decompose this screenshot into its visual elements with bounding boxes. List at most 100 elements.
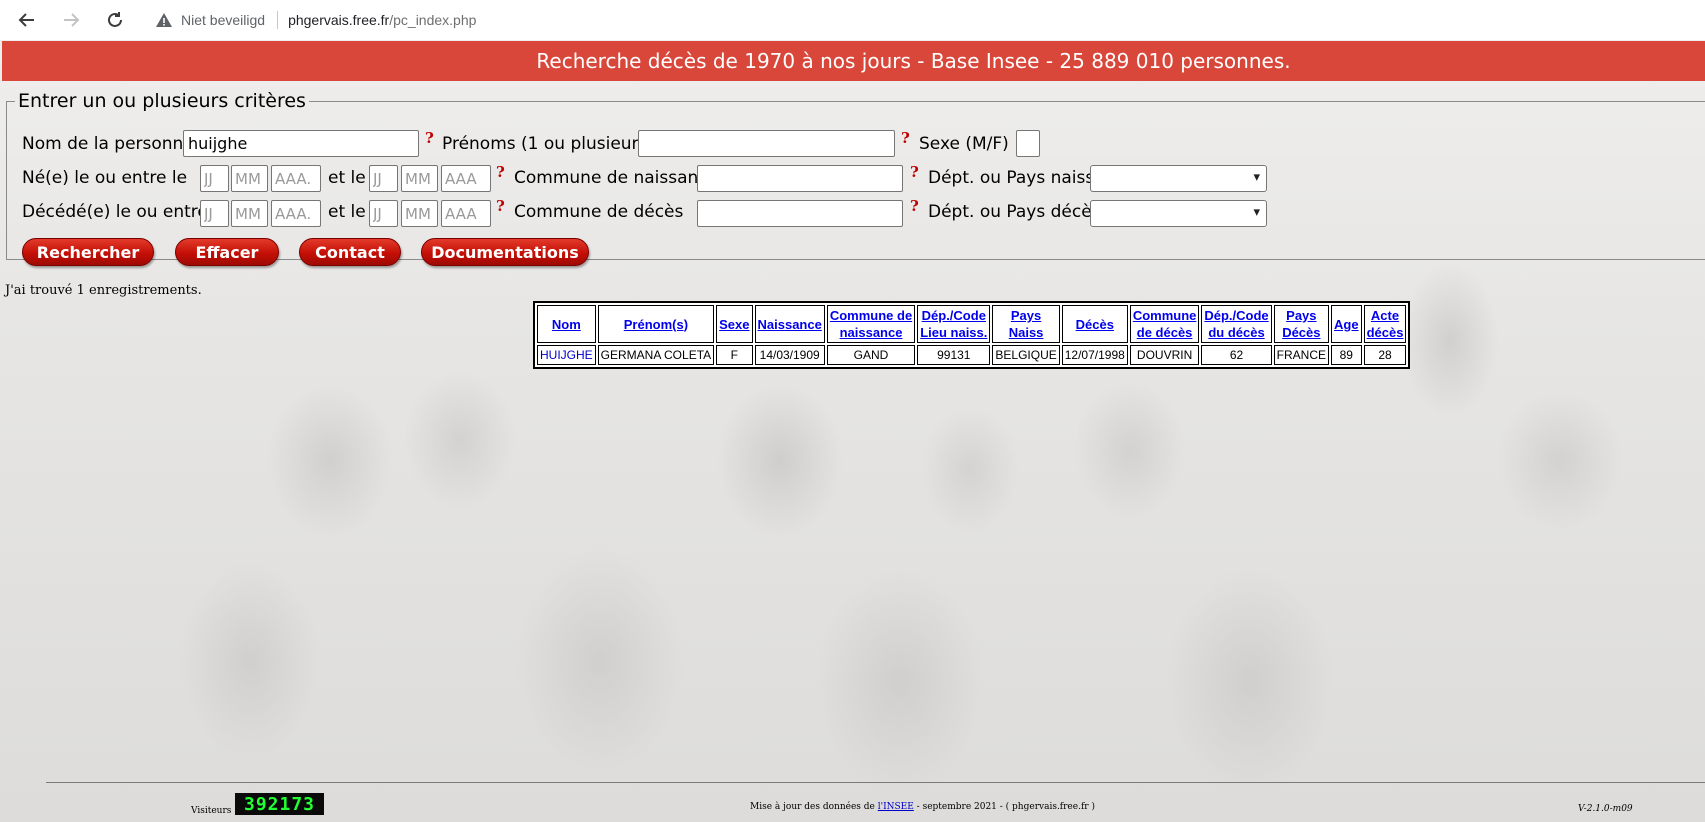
naissance-from-day[interactable] xyxy=(200,165,229,192)
column-header-text: Pays xyxy=(1010,308,1042,323)
table-cell: 62 xyxy=(1201,345,1272,365)
column-header[interactable]: Décès xyxy=(1061,305,1128,343)
page-title: Recherche décès de 1970 à nos jours - Ba… xyxy=(536,49,1291,73)
column-header[interactable]: Commune de décès xyxy=(1129,305,1200,343)
commune-deces-input[interactable] xyxy=(697,200,903,227)
table-cell: GAND xyxy=(826,345,916,365)
table-row: HUIJGHE GERMANA COLETA F 14/03/1909 GAND 9913… xyxy=(537,345,1407,365)
deces-from-month[interactable] xyxy=(231,200,268,227)
page-title-banner: Recherche décès de 1970 à nos jours - Ba… xyxy=(2,41,1705,81)
deces-to-year[interactable] xyxy=(441,200,491,227)
address-bar[interactable]: Niet beveiligd phgervais.free.fr /pc_ind… xyxy=(143,4,1705,36)
naissance-to-day[interactable] xyxy=(369,165,398,192)
url-host: phgervais.free.fr xyxy=(288,12,390,28)
visitors-label: Visiteurs : xyxy=(191,806,238,816)
sexe-label: Sexe (M/F) xyxy=(919,134,1009,154)
column-header-text: Commune xyxy=(1132,308,1197,323)
results-header-row: Nom Prénom(s) Sexe Naissance Commune de naiss… xyxy=(537,305,1407,343)
deces-date-label: Décédé(e) le ou entre xyxy=(22,202,208,222)
column-header-text: Décès xyxy=(1282,325,1321,340)
deces-to-day[interactable] xyxy=(369,200,398,227)
column-header-text: Acte xyxy=(1370,308,1400,323)
table-cell: F xyxy=(716,345,753,365)
column-header[interactable]: Pays Naiss xyxy=(992,305,1060,343)
dept-naiss-label: Dépt. ou Pays naiss. xyxy=(928,168,1100,188)
table-cell: 89 xyxy=(1331,345,1362,365)
criteria-legend: Entrer un ou plusieurs critères xyxy=(18,90,306,112)
commune-deces-label: Commune de décès xyxy=(514,202,684,222)
dept-deces-select[interactable]: ▾ xyxy=(1090,200,1267,227)
column-header-text: Naissance xyxy=(757,316,822,332)
table-cell: GERMANA COLETA xyxy=(597,345,715,365)
prenoms-input[interactable] xyxy=(638,130,895,157)
table-cell[interactable]: HUIJGHE xyxy=(537,345,596,365)
reload-icon[interactable] xyxy=(101,6,129,34)
page-content: Recherche décès de 1970 à nos jours - Ba… xyxy=(0,40,1705,822)
insee-link[interactable]: l'INSEE xyxy=(878,802,914,812)
column-header-text: Sexe xyxy=(719,316,750,332)
nom-help-icon[interactable]: ? xyxy=(425,129,434,147)
url-path: /pc_index.php xyxy=(389,12,477,28)
result-count: J'ai trouvé 1 enregistrements. xyxy=(5,283,202,298)
sexe-input[interactable] xyxy=(1016,130,1040,157)
column-header[interactable]: Dép./Code Lieu naiss. xyxy=(917,305,991,343)
omnibox-divider xyxy=(277,11,279,29)
column-header[interactable]: Commune de naissance xyxy=(826,305,916,343)
commune-deces-help-icon[interactable]: ? xyxy=(910,197,919,215)
deces-to-month[interactable] xyxy=(401,200,438,227)
back-arrow-icon[interactable] xyxy=(13,6,41,34)
prenoms-help-icon[interactable]: ? xyxy=(901,129,910,147)
naissance-to-month[interactable] xyxy=(401,165,438,192)
naissance-to-year[interactable] xyxy=(441,165,491,192)
commune-naissance-input[interactable] xyxy=(697,165,903,192)
version-label: V-2.1.0-m09 xyxy=(1578,804,1633,814)
column-header[interactable]: Dép./Code du décès xyxy=(1201,305,1272,343)
table-cell: 28 xyxy=(1363,345,1407,365)
naissance-et-le: et le xyxy=(328,168,366,188)
prenoms-label: Prénoms (1 ou plusieurs) xyxy=(442,134,655,154)
commune-naissance-help-icon[interactable]: ? xyxy=(910,163,919,181)
deces-et-le: et le xyxy=(328,202,366,222)
forward-arrow-icon[interactable] xyxy=(57,6,85,34)
naissance-from-year[interactable] xyxy=(271,165,321,192)
security-status[interactable]: Niet beveiligd xyxy=(181,12,265,28)
table-cell: 99131 xyxy=(917,345,991,365)
table-cell: 14/03/1909 xyxy=(754,345,825,365)
rechercher-button[interactable]: Rechercher xyxy=(22,238,154,266)
naissance-from-month[interactable] xyxy=(231,165,268,192)
column-header-text: du décès xyxy=(1208,325,1265,340)
documentations-button[interactable]: Documentations xyxy=(421,238,589,266)
column-header-text: de décès xyxy=(1136,325,1193,340)
column-header-text: naissance xyxy=(839,325,903,340)
deces-from-year[interactable] xyxy=(271,200,321,227)
warning-icon xyxy=(156,13,172,27)
column-header-text: Prénom(s) xyxy=(623,316,689,332)
column-header[interactable]: Sexe xyxy=(716,305,753,343)
browser-toolbar: Niet beveiligd phgervais.free.fr /pc_ind… xyxy=(0,0,1705,41)
deces-from-day[interactable] xyxy=(200,200,229,227)
column-header[interactable]: Nom xyxy=(537,305,596,343)
column-header[interactable]: Pays Décès xyxy=(1273,305,1330,343)
column-header[interactable]: Age xyxy=(1331,305,1362,343)
column-header[interactable]: Naissance xyxy=(754,305,825,343)
chevron-down-icon: ▾ xyxy=(1253,170,1260,185)
effacer-button[interactable]: Effacer xyxy=(175,238,279,266)
footer-divider xyxy=(46,782,1705,783)
column-header[interactable]: Acte décès xyxy=(1363,305,1407,343)
nom-label: Nom de la personne xyxy=(22,134,194,154)
column-header-text: Nom xyxy=(551,316,581,332)
column-header-text: Naiss xyxy=(1008,325,1044,340)
column-header[interactable]: Prénom(s) xyxy=(597,305,715,343)
nom-input[interactable] xyxy=(183,130,419,157)
dept-naiss-select[interactable]: ▾ xyxy=(1090,165,1267,192)
column-header-text: Commune de xyxy=(829,308,913,323)
naissance-date-help-icon[interactable]: ? xyxy=(496,163,505,181)
dept-deces-label: Dépt. ou Pays décès xyxy=(928,202,1101,222)
deces-date-help-icon[interactable]: ? xyxy=(496,197,505,215)
table-cell: DOUVRIN xyxy=(1129,345,1200,365)
footer-update-prefix: Mise à jour des données de xyxy=(750,802,878,812)
contact-button[interactable]: Contact xyxy=(299,238,401,266)
footer-update-text: Mise à jour des données de l'INSEE - sep… xyxy=(750,802,1095,812)
column-header-text: décès xyxy=(1366,325,1404,340)
table-cell: 12/07/1998 xyxy=(1061,345,1128,365)
